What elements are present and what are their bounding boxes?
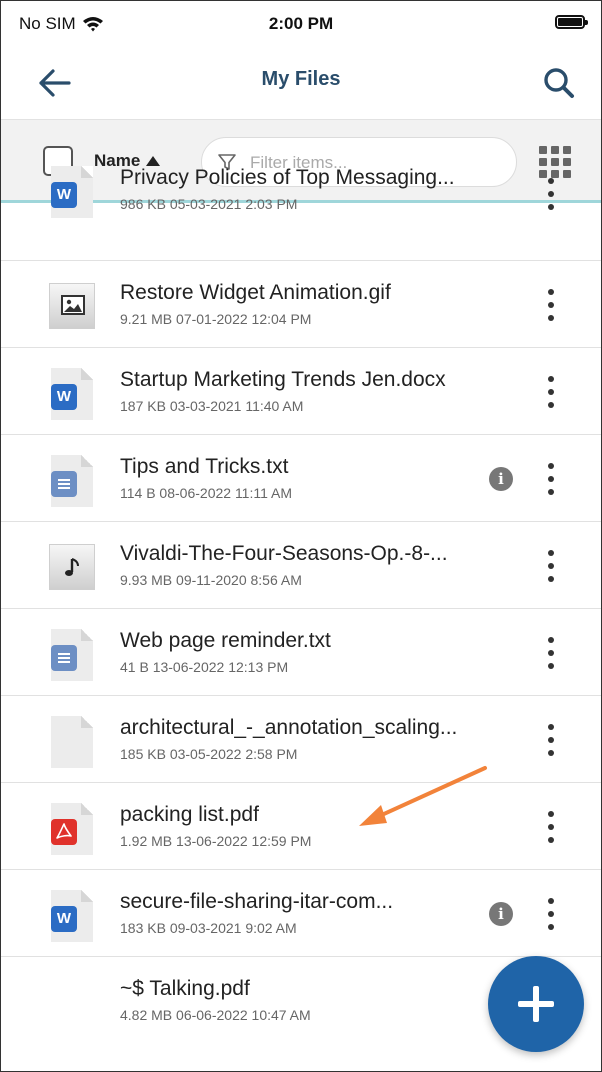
file-name: Tips and Tricks.txt xyxy=(120,455,289,478)
search-icon xyxy=(544,68,574,98)
file-meta: 986 KB 05-03-2021 2:03 PM xyxy=(120,196,298,212)
file-meta: 187 KB 03-03-2021 11:40 AM xyxy=(120,398,304,414)
file-meta: 9.93 MB 09-11-2020 8:56 AM xyxy=(120,572,302,588)
search-button[interactable] xyxy=(539,63,579,103)
file-row[interactable]: Web page reminder.txt 41 B 13-06-2022 12… xyxy=(1,609,601,696)
generic-file-icon xyxy=(49,716,95,768)
file-row[interactable]: W Startup Marketing Trends Jen.docx 187 … xyxy=(1,348,601,435)
status-time: 2:00 PM xyxy=(268,14,334,33)
file-row[interactable]: Tips and Tricks.txt 114 B 08-06-2022 11:… xyxy=(1,435,601,522)
file-row[interactable]: Vivaldi-The-Four-Seasons-Op.-8-... 9.93 … xyxy=(1,522,601,609)
file-row[interactable]: packing list.pdf 1.92 MB 13-06-2022 12:5… xyxy=(1,783,601,870)
more-options-icon[interactable] xyxy=(545,463,557,495)
more-options-icon[interactable] xyxy=(545,898,557,930)
pdf-file-icon xyxy=(49,803,95,855)
file-meta: 4.82 MB 06-06-2022 10:47 AM xyxy=(120,1007,311,1023)
file-name: Startup Marketing Trends Jen.docx xyxy=(120,368,446,391)
file-meta: 183 KB 09-03-2021 9:02 AM xyxy=(120,920,297,936)
sort-ascending-icon xyxy=(146,156,161,166)
more-options-icon[interactable] xyxy=(545,376,557,408)
more-options-icon[interactable] xyxy=(545,811,557,843)
word-file-icon: W xyxy=(49,890,95,942)
file-row[interactable]: W Privacy Policies of Top Messaging... 9… xyxy=(1,166,601,261)
word-file-icon: W xyxy=(49,166,95,218)
file-name: architectural_-_annotation_scaling... xyxy=(120,716,458,739)
file-name: Web page reminder.txt xyxy=(120,629,331,652)
more-options-icon[interactable] xyxy=(545,289,557,321)
app-header: My Files xyxy=(1,45,601,119)
file-meta: 41 B 13-06-2022 12:13 PM xyxy=(120,659,289,675)
word-file-icon: W xyxy=(49,368,95,420)
add-button[interactable] xyxy=(488,956,584,1052)
file-row[interactable]: Restore Widget Animation.gif 9.21 MB 07-… xyxy=(1,261,601,348)
audio-file-icon xyxy=(49,542,95,594)
more-options-icon[interactable] xyxy=(545,178,557,210)
app-frame: No SIM 2:00 PM My Files Name Filter item… xyxy=(0,0,602,1072)
file-name: secure-file-sharing-itar-com... xyxy=(120,890,394,913)
status-bar: No SIM 2:00 PM xyxy=(1,1,601,45)
page-title: My Files xyxy=(261,68,341,90)
more-options-icon[interactable] xyxy=(545,724,557,756)
text-file-icon xyxy=(49,455,95,507)
file-row[interactable]: architectural_-_annotation_scaling... 18… xyxy=(1,696,601,783)
file-name: Vivaldi-The-Four-Seasons-Op.-8-... xyxy=(120,542,448,565)
file-meta: 185 KB 03-05-2022 2:58 PM xyxy=(120,746,298,762)
more-options-icon[interactable] xyxy=(545,637,557,669)
info-icon[interactable]: i xyxy=(489,467,513,491)
file-name: Restore Widget Animation.gif xyxy=(120,281,391,304)
image-file-icon xyxy=(49,281,95,333)
text-file-icon xyxy=(49,629,95,681)
file-name: packing list.pdf xyxy=(120,803,259,826)
more-options-icon[interactable] xyxy=(545,550,557,582)
info-icon[interactable]: i xyxy=(489,902,513,926)
file-meta: 114 B 08-06-2022 11:11 AM xyxy=(120,485,293,501)
generic-file-icon xyxy=(49,977,95,1029)
file-meta: 9.21 MB 07-01-2022 12:04 PM xyxy=(120,311,312,327)
file-name: ~$ Talking.pdf xyxy=(120,977,250,1000)
file-list: W Privacy Policies of Top Messaging... 9… xyxy=(1,166,601,1044)
battery-icon xyxy=(555,15,588,29)
file-row[interactable]: W secure-file-sharing-itar-com... 183 KB… xyxy=(1,870,601,957)
file-name: Privacy Policies of Top Messaging... xyxy=(120,166,455,189)
file-meta: 1.92 MB 13-06-2022 12:59 PM xyxy=(120,833,312,849)
